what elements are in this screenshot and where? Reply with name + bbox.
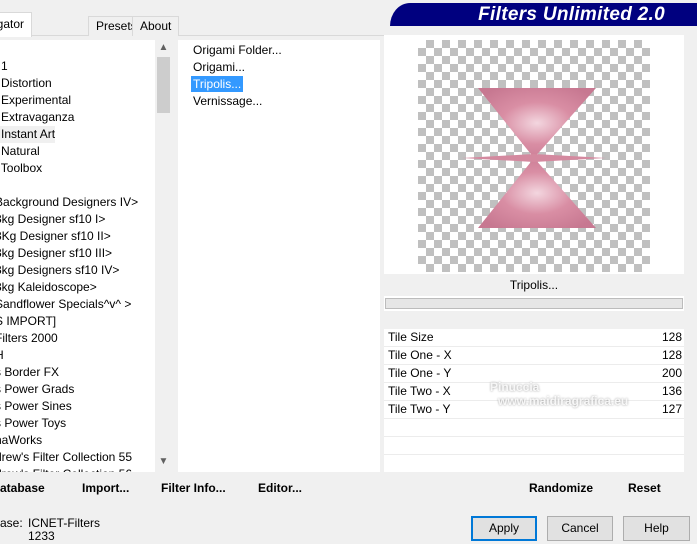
filter-name: Tripolis... — [384, 274, 684, 296]
category-list[interactable]: l 1l Distortionl Experimentall Extravaga… — [0, 40, 155, 472]
app-banner: Filters Unlimited 2.0 — [390, 3, 697, 26]
param-slider[interactable]: Tile Size 128 — [384, 329, 684, 347]
param-value: 128 — [661, 330, 682, 344]
empty-param-row — [384, 455, 684, 473]
filter-item[interactable]: Tripolis... — [191, 76, 244, 92]
database-name: ICNET-Filters — [28, 516, 100, 530]
param-label: Tile Size — [388, 330, 434, 344]
database-label: ase: — [0, 516, 23, 530]
progress-bar — [385, 298, 683, 309]
param-value: 136 — [661, 384, 682, 398]
cancel-button[interactable]: Cancel — [547, 516, 613, 541]
empty-param-row — [384, 419, 684, 437]
category-item[interactable]: H — [0, 347, 4, 364]
category-item[interactable]: s Power Sines — [0, 398, 72, 415]
category-item[interactable]: l Experimental — [0, 92, 71, 109]
preview-shape — [462, 88, 606, 228]
param-header — [384, 311, 684, 329]
watermark-name: Pinuccia — [490, 380, 540, 394]
preview-image — [418, 40, 650, 272]
empty-param-row — [384, 437, 684, 455]
category-item[interactable]: s Power Grads — [0, 381, 74, 398]
category-item[interactable]: l Natural — [0, 143, 40, 160]
tab-navigator[interactable]: igator — [0, 12, 33, 37]
category-item[interactable]: drew's Filter Collection 55 — [0, 449, 132, 466]
category-item[interactable]: s Border FX — [0, 364, 59, 381]
scroll-up-icon[interactable]: ▲ — [155, 42, 172, 53]
tab-divider — [0, 35, 384, 36]
category-item[interactable]: l 1 — [0, 58, 8, 75]
param-value: 200 — [661, 366, 682, 380]
param-slider[interactable]: Tile One - X 128 — [384, 347, 684, 365]
filter-list[interactable]: Origami Folder... Origami... Tripolis... Ve… — [178, 40, 380, 472]
apply-button[interactable]: Apply — [471, 516, 537, 541]
category-item[interactable]: naWorks — [0, 432, 42, 449]
category-item[interactable]: 3kg Designer sf10 I> — [0, 211, 105, 228]
param-value: 128 — [661, 348, 682, 362]
category-item[interactable]: Background Designers IV> — [0, 194, 138, 211]
import-button[interactable]: Import... — [82, 481, 129, 495]
filter-count: 1233 — [28, 529, 55, 543]
category-item[interactable]: l Distortion — [0, 75, 52, 92]
database-button[interactable]: atabase — [0, 481, 45, 495]
editor-button[interactable]: Editor... — [258, 481, 302, 495]
category-item[interactable]: 3kg Designers sf10 IV> — [0, 262, 119, 279]
watermark: Pinuccia www.maidiragrafica.eu — [440, 380, 628, 408]
filter-item[interactable]: Origami... — [191, 59, 247, 75]
filter-item[interactable]: Vernissage... — [191, 93, 264, 109]
category-item[interactable]: 3Kg Designer sf10 II> — [0, 228, 111, 245]
reset-button[interactable]: Reset — [628, 481, 661, 495]
category-item[interactable]: Sandflower Specials^v^ > — [0, 296, 131, 313]
category-item[interactable]: 3kg Kaleidoscope> — [0, 279, 97, 296]
category-item[interactable]: s Power Toys — [0, 415, 66, 432]
help-button[interactable]: Help — [623, 516, 690, 541]
scroll-down-icon[interactable]: ▼ — [155, 456, 172, 467]
watermark-url: www.maidiragrafica.eu — [498, 394, 629, 408]
tab-about[interactable]: About — [132, 16, 180, 36]
category-item[interactable]: Filters 2000 — [0, 330, 58, 347]
category-item[interactable]: S IMPORT] — [0, 313, 56, 330]
param-label: Tile One - X — [388, 348, 452, 362]
category-item[interactable]: l Toolbox — [0, 160, 42, 177]
filter-info-button[interactable]: Filter Info... — [161, 481, 226, 495]
scrollbar-thumb[interactable] — [157, 57, 170, 113]
randomize-button[interactable]: Randomize — [529, 481, 593, 495]
category-item[interactable]: 3kg Designer sf10 III> — [0, 245, 112, 262]
filter-item[interactable]: Origami Folder... — [191, 42, 284, 58]
category-item[interactable]: l Instant Art — [0, 126, 56, 143]
category-item[interactable]: l Extravaganza — [0, 109, 74, 126]
param-value: 127 — [661, 402, 682, 416]
